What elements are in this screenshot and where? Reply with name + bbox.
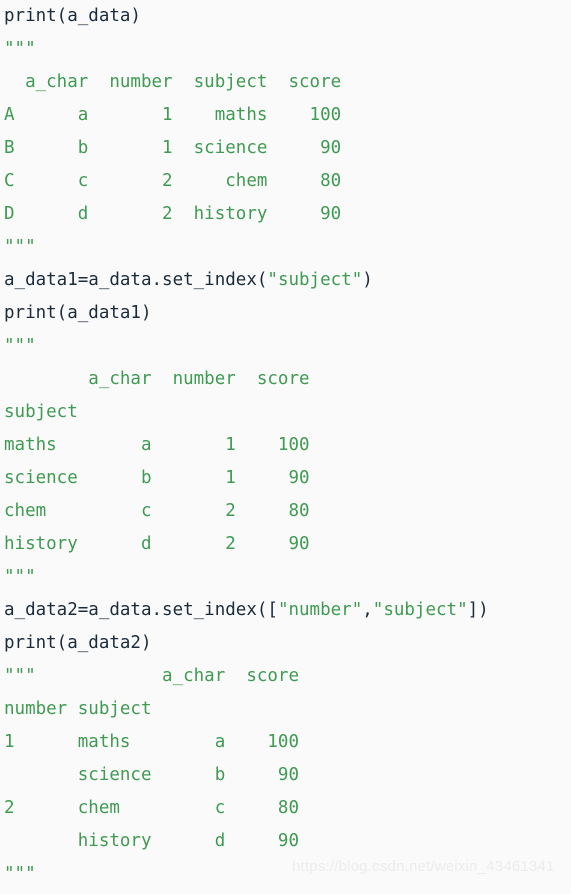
dataframe-header-row: a_char number score <box>4 369 310 389</box>
code-line[interactable]: A a 1 maths 100 <box>0 99 571 132</box>
string-literal-token: "subject" <box>372 600 468 620</box>
code-line[interactable]: a_data2=a_data.set_index(["number","subj… <box>0 594 571 627</box>
docstring-token: """ <box>4 39 36 59</box>
dataframe-data-row: maths a 1 100 <box>4 435 310 455</box>
code-line[interactable]: maths a 1 100 <box>0 429 571 462</box>
docstring-token: """ <box>4 336 36 356</box>
code-line[interactable]: 1 maths a 100 <box>0 726 571 759</box>
code-line[interactable]: a_char number subject score <box>0 66 571 99</box>
code-line[interactable]: """ a_char score <box>0 660 571 693</box>
code-token: ]) <box>467 600 489 620</box>
code-token: print(a_data1) <box>4 303 152 323</box>
code-line[interactable]: print(a_data) <box>0 0 571 33</box>
dataframe-data-row: 1 maths a 100 <box>4 732 300 752</box>
code-line[interactable]: science b 90 <box>0 759 571 792</box>
code-line[interactable]: """ <box>0 33 571 66</box>
code-token: ) <box>362 270 373 290</box>
docstring-token: """ <box>4 864 36 884</box>
code-token: a_data2=a_data.set_index([ <box>4 600 278 620</box>
code-line[interactable]: number subject <box>0 693 571 726</box>
code-line[interactable]: """ <box>0 330 571 363</box>
code-line[interactable]: science b 1 90 <box>0 462 571 495</box>
docstring-token: """ <box>4 237 36 257</box>
dataframe-data-row: D d 2 history 90 <box>4 204 342 224</box>
code-line[interactable]: B b 1 science 90 <box>0 132 571 165</box>
code-line[interactable]: D d 2 history 90 <box>0 198 571 231</box>
code-line[interactable]: """ <box>0 231 571 264</box>
dataframe-data-row: history d 90 <box>4 831 300 851</box>
dataframe-data-row: C c 2 chem 80 <box>4 171 342 191</box>
string-literal-token: "subject" <box>267 270 363 290</box>
string-literal-token: "number" <box>277 600 363 620</box>
code-line[interactable]: 2 chem c 80 <box>0 792 571 825</box>
dataframe-data-row: B b 1 science 90 <box>4 138 342 158</box>
dataframe-header-row: """ a_char score <box>4 666 300 686</box>
code-line[interactable]: print(a_data2) <box>0 627 571 660</box>
docstring-token: """ <box>4 567 36 587</box>
dataframe-data-row: chem c 2 80 <box>4 501 310 521</box>
dataframe-data-row: science b 90 <box>4 765 300 785</box>
dataframe-data-row: history d 2 90 <box>4 534 310 554</box>
dataframe-index-name: number subject <box>4 699 152 719</box>
code-line[interactable]: a_char number score <box>0 363 571 396</box>
code-token: print(a_data2) <box>4 633 152 653</box>
code-token: print(a_data) <box>4 6 141 26</box>
code-line[interactable]: """ <box>0 561 571 594</box>
dataframe-data-row: A a 1 maths 100 <box>4 105 342 125</box>
dataframe-data-row: 2 chem c 80 <box>4 798 300 818</box>
code-line[interactable]: print(a_data1) <box>0 297 571 330</box>
code-line[interactable]: subject <box>0 396 571 429</box>
dataframe-index-name: subject <box>4 402 78 422</box>
dataframe-data-row: science b 1 90 <box>4 468 310 488</box>
code-line[interactable]: a_data1=a_data.set_index("subject") <box>0 264 571 297</box>
code-line[interactable]: C c 2 chem 80 <box>0 165 571 198</box>
code-line[interactable]: chem c 2 80 <box>0 495 571 528</box>
dataframe-header-row: a_char number subject score <box>4 72 342 92</box>
code-token: a_data1=a_data.set_index( <box>4 270 268 290</box>
code-token: , <box>362 600 373 620</box>
code-editor-surface[interactable]: print(a_data) """ a_char number subject … <box>0 0 571 894</box>
watermark-text: https://blog.csdn.net/weixin_43461341 <box>292 858 555 875</box>
code-line[interactable]: history d 2 90 <box>0 528 571 561</box>
code-line[interactable]: history d 90 <box>0 825 571 858</box>
